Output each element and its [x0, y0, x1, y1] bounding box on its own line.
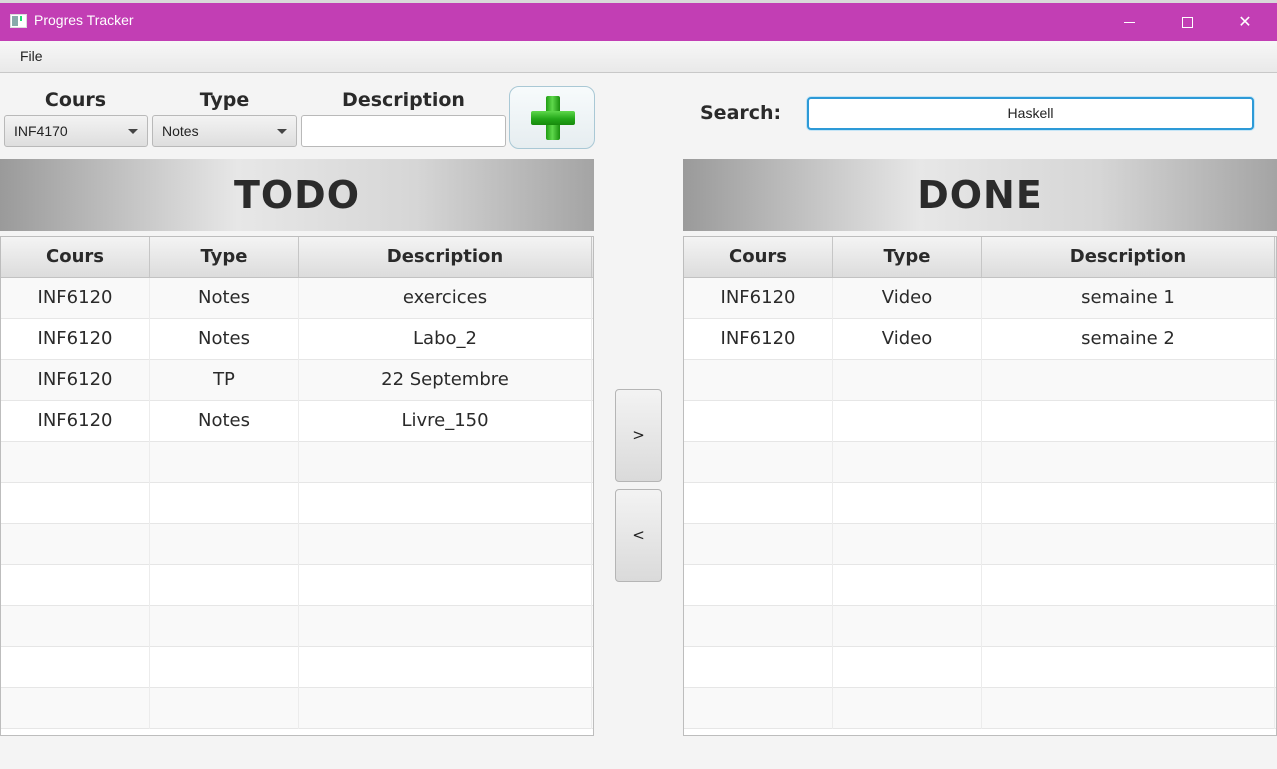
cell-cours: INF6120 [1, 401, 150, 442]
search-input[interactable]: Haskell [807, 97, 1254, 130]
empty-row [684, 483, 1276, 524]
title-bar: Progres Tracker ✕ [0, 0, 1277, 41]
cell-cours: INF6120 [1, 360, 150, 401]
description-label: Description [342, 89, 465, 111]
minimize-icon [1123, 22, 1135, 23]
maximize-icon [1181, 17, 1193, 28]
table-row[interactable]: INF6120 Notes exercices [1, 278, 593, 319]
cell-type: Video [833, 278, 982, 319]
chevron-down-icon [277, 129, 287, 134]
todo-table[interactable]: Cours Type Description INF6120 Notes exe… [0, 236, 594, 736]
type-label: Type [199, 89, 250, 111]
cell-cours: INF6120 [1, 278, 150, 319]
cell-type: TP [150, 360, 299, 401]
search-label: Search: [700, 102, 782, 124]
cours-label: Cours [44, 89, 107, 111]
table-row[interactable]: INF6120 Video semaine 1 [684, 278, 1276, 319]
chevron-down-icon [128, 129, 138, 134]
empty-row [684, 401, 1276, 442]
cours-combo[interactable]: INF4170 [4, 115, 148, 147]
cell-description: exercices [299, 278, 592, 319]
maximize-button[interactable] [1158, 3, 1216, 41]
done-header: DONE [683, 159, 1277, 231]
cell-cours: INF6120 [684, 278, 833, 319]
cell-cours: INF6120 [684, 319, 833, 360]
green-plus-icon [531, 96, 575, 140]
close-button[interactable]: ✕ [1216, 3, 1274, 41]
todo-header: TODO [0, 159, 594, 231]
type-combo[interactable]: Notes [152, 115, 297, 147]
done-table[interactable]: Cours Type Description INF6120 Video sem… [683, 236, 1277, 736]
empty-row [1, 483, 593, 524]
column-header-description[interactable]: Description [982, 237, 1275, 277]
empty-row [684, 524, 1276, 565]
empty-row [684, 442, 1276, 483]
column-header-type[interactable]: Type [833, 237, 982, 277]
cell-type: Notes [150, 401, 299, 442]
empty-row [1, 524, 593, 565]
window-title: Progres Tracker [34, 12, 134, 28]
column-header-cours[interactable]: Cours [684, 237, 833, 277]
empty-row [1, 647, 593, 688]
move-to-todo-button[interactable]: < [615, 489, 662, 582]
empty-row [1, 442, 593, 483]
close-icon: ✕ [1238, 12, 1252, 31]
empty-row [684, 606, 1276, 647]
cell-description: Livre_150 [299, 401, 592, 442]
menu-bar: File [0, 41, 1277, 73]
app-icon [10, 14, 27, 28]
move-to-done-button[interactable]: > [615, 389, 662, 482]
empty-row [684, 360, 1276, 401]
taskbar-strip [0, 0, 1277, 3]
column-header-cours[interactable]: Cours [1, 237, 150, 277]
empty-row [1, 688, 593, 729]
table-row[interactable]: INF6120 Notes Labo_2 [1, 319, 593, 360]
empty-row [684, 647, 1276, 688]
cell-description: semaine 1 [982, 278, 1275, 319]
todo-table-header: Cours Type Description [1, 237, 593, 278]
minimize-button[interactable] [1100, 3, 1158, 41]
menu-file[interactable]: File [12, 48, 51, 64]
cell-cours: INF6120 [1, 319, 150, 360]
cell-description: semaine 2 [982, 319, 1275, 360]
column-header-type[interactable]: Type [150, 237, 299, 277]
cell-type: Notes [150, 278, 299, 319]
table-row[interactable]: INF6120 Video semaine 2 [684, 319, 1276, 360]
empty-row [1, 565, 593, 606]
cell-description: Labo_2 [299, 319, 592, 360]
empty-row [684, 688, 1276, 729]
column-header-description[interactable]: Description [299, 237, 592, 277]
empty-row [684, 565, 1276, 606]
cell-description: 22 Septembre [299, 360, 592, 401]
type-combo-value: Notes [162, 123, 199, 139]
empty-row [1, 606, 593, 647]
description-input[interactable] [301, 115, 506, 147]
table-row[interactable]: INF6120 Notes Livre_150 [1, 401, 593, 442]
cell-type: Video [833, 319, 982, 360]
add-button[interactable] [509, 86, 595, 149]
cours-combo-value: INF4170 [14, 123, 68, 139]
done-table-header: Cours Type Description [684, 237, 1276, 278]
table-row[interactable]: INF6120 TP 22 Septembre [1, 360, 593, 401]
cell-type: Notes [150, 319, 299, 360]
